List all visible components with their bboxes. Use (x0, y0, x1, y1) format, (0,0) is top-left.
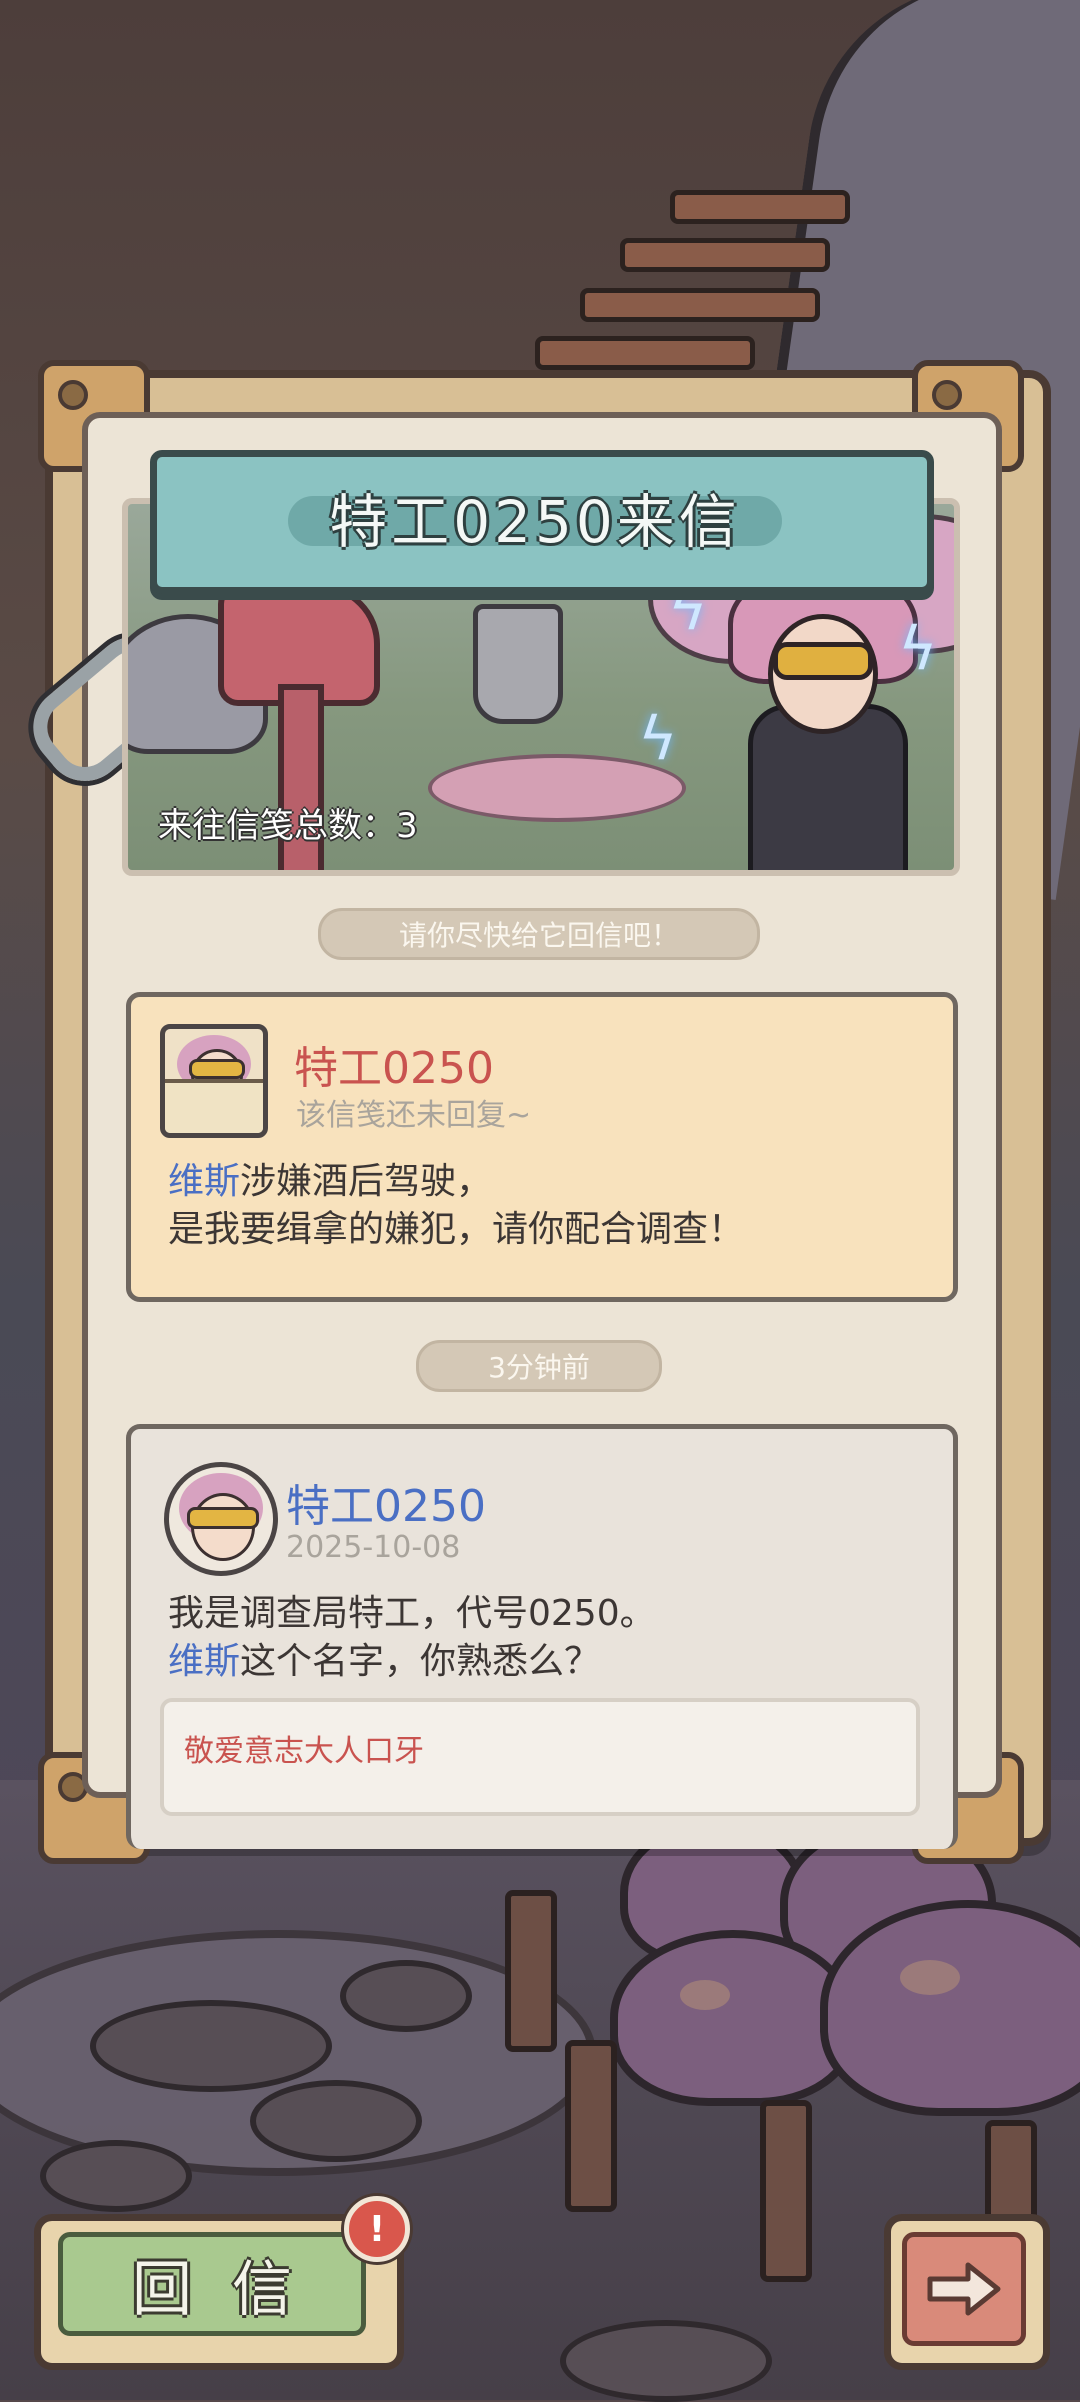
fence-post (505, 1890, 557, 2052)
letter-body: 维斯涉嫌酒后驾驶， 是我要缉拿的嫌犯，请你配合调查！ (168, 1158, 744, 1254)
reply-quote-text: 敬爱意志大人口牙 (184, 1734, 424, 1769)
tree-stump (473, 604, 563, 724)
page-title: 特工0250来信 (329, 488, 741, 556)
lightning-icon: ϟ (898, 614, 938, 684)
letter-line: 我是调查局特工，代号0250。 (168, 1593, 656, 1634)
letter-line: 这个名字，你熟悉么？ (240, 1641, 601, 1682)
letter-date: 2025-10-08 (286, 1530, 461, 1565)
next-button-inner[interactable] (902, 2232, 1026, 2346)
stair-plank (535, 336, 755, 370)
goggles-icon (773, 642, 873, 680)
stair-plank (620, 238, 830, 272)
letter-body: 我是调查局特工，代号0250。 维斯这个名字，你熟悉么？ (168, 1590, 656, 1686)
goggles-icon (189, 1059, 245, 1079)
fence-post (760, 2100, 812, 2282)
stone (90, 2000, 332, 2092)
notification-badge: ! (344, 2196, 410, 2262)
sender-avatar (164, 1462, 278, 1576)
suspect-name: 维斯 (168, 1161, 241, 1202)
timestamp-pill: 3分钟前 (416, 1340, 662, 1392)
mailbox-post (278, 684, 324, 870)
reply-status: 该信笺还未回复~ (296, 1098, 532, 1133)
stone (250, 2080, 422, 2162)
letter-line: 涉嫌酒后驾驶， (240, 1161, 493, 1202)
suspect-name: 维斯 (168, 1641, 241, 1682)
sender-name: 特工0250 (294, 1043, 494, 1094)
mushroom-spot (680, 1980, 730, 2010)
fence-post (565, 2040, 617, 2212)
letter-line: 是我要缉拿的嫌犯，请你配合调查！ (168, 1209, 745, 1250)
letter-count-label: 来往信笺总数：3 (158, 806, 418, 846)
goggles-icon (187, 1507, 259, 1529)
envelope-icon (165, 1079, 263, 1133)
stair-plank (580, 288, 820, 322)
mushroom-spot (900, 1960, 960, 1995)
sender-avatar-envelope (160, 1024, 268, 1138)
reply-button-label[interactable]: 回信 (58, 2232, 366, 2336)
stair-plank (670, 190, 850, 224)
stone (560, 2320, 772, 2402)
reply-prompt-pill: 请你尽快给它回信吧！ (318, 908, 760, 960)
sender-name: 特工0250 (286, 1481, 486, 1532)
stone (40, 2140, 192, 2212)
stone (340, 1960, 472, 2032)
lightning-icon: ϟ (638, 704, 678, 774)
arrow-right-icon (927, 2262, 1001, 2316)
